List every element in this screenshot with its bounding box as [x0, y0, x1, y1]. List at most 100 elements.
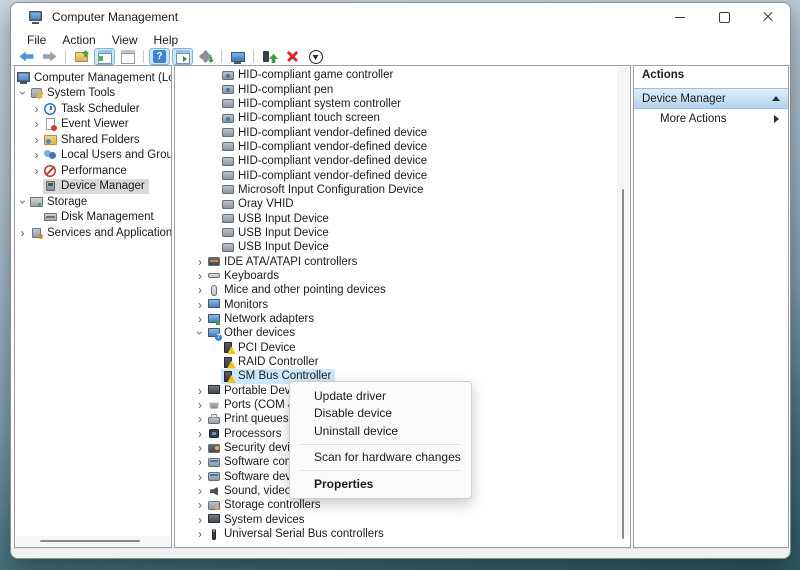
tree-item-content[interactable]: Local Users and Groups — [43, 148, 171, 164]
device-item-content[interactable]: Oray VHID — [221, 197, 298, 211]
menu-item[interactable]: Action — [54, 33, 103, 47]
collapse-icon[interactable] — [772, 96, 780, 101]
chevron-icon[interactable] — [193, 470, 207, 484]
device-item[interactable]: HID-compliant vendor-defined device — [175, 125, 630, 139]
chevron-icon[interactable] — [193, 441, 207, 455]
device-item[interactable]: HID-compliant vendor-defined device — [175, 154, 630, 168]
chevron-icon[interactable] — [16, 195, 29, 209]
chevron-icon[interactable] — [193, 326, 207, 340]
device-item-content[interactable]: Print queues — [207, 412, 293, 426]
vertical-scrollbar[interactable] — [617, 67, 629, 539]
device-item[interactable]: Microsoft Input Configuration Device — [175, 183, 630, 197]
actions-group-device-manager[interactable]: Device Manager — [634, 88, 788, 109]
device-item-content[interactable]: Keyboards — [207, 269, 283, 283]
device-item-content[interactable]: Network adapters — [207, 312, 318, 326]
tree-item[interactable]: Task Scheduler — [15, 101, 171, 117]
tree-item[interactable]: Storage — [15, 194, 171, 210]
chevron-icon[interactable] — [30, 164, 43, 178]
device-item-content[interactable]: Storage controllers — [207, 498, 325, 512]
context-menu-entry[interactable]: Properties — [290, 475, 471, 493]
device-item[interactable]: Other devices — [175, 326, 630, 341]
tree-item[interactable]: System Tools — [15, 86, 171, 102]
device-item[interactable]: Oray VHID — [175, 197, 630, 211]
console-tree-icon[interactable] — [94, 48, 115, 65]
chevron-icon[interactable] — [193, 527, 207, 541]
chevron-icon[interactable] — [30, 117, 43, 131]
menu-item[interactable]: Help — [146, 33, 187, 47]
device-item-content[interactable]: IDE ATA/ATAPI controllers — [207, 254, 361, 268]
scrollbar-thumb[interactable] — [622, 189, 624, 539]
device-item-content[interactable]: Processors — [207, 427, 286, 441]
chevron-icon[interactable] — [16, 86, 29, 100]
context-menu-entry[interactable]: Update driver — [290, 387, 471, 405]
toolbar-separator[interactable] — [143, 50, 144, 63]
device-item-content[interactable]: HID-compliant game controller — [221, 68, 397, 82]
forward-icon[interactable] — [39, 48, 60, 65]
device-item[interactable]: Mice and other pointing devices — [175, 283, 630, 297]
chevron-icon[interactable] — [193, 384, 207, 398]
device-item[interactable]: HID-compliant pen — [175, 82, 630, 96]
chevron-icon[interactable] — [30, 133, 43, 147]
device-item-content[interactable]: HID-compliant vendor-defined device — [221, 125, 431, 139]
device-item[interactable]: Storage controllers — [175, 498, 630, 512]
action-pane-icon[interactable] — [172, 48, 193, 65]
chevron-icon[interactable] — [193, 455, 207, 469]
close-icon[interactable] — [746, 3, 790, 31]
folder-up-icon[interactable] — [71, 48, 92, 65]
device-item[interactable]: USB Input Device — [175, 240, 630, 254]
uninstall-device-icon[interactable] — [282, 48, 303, 65]
device-item-content[interactable]: Monitors — [207, 298, 272, 312]
horizontal-scrollbar[interactable] — [16, 536, 170, 546]
device-item[interactable]: USB Input Device — [175, 226, 630, 240]
tree-item-content[interactable]: Event Viewer — [43, 117, 133, 133]
menu-item[interactable]: File — [19, 33, 54, 47]
device-item-content[interactable]: Other devices — [207, 326, 299, 341]
back-icon[interactable] — [16, 48, 37, 65]
chevron-icon[interactable] — [193, 398, 207, 412]
chevron-icon[interactable] — [30, 148, 43, 162]
device-item[interactable]: IDE ATA/ATAPI controllers — [175, 254, 630, 268]
tree-item-content[interactable]: System Tools — [29, 86, 119, 102]
device-item-content[interactable]: HID-compliant touch screen — [221, 111, 384, 125]
toolbar-separator[interactable] — [221, 50, 222, 63]
device-item[interactable]: HID-compliant vendor-defined device — [175, 140, 630, 154]
tree-item-content[interactable]: Performance — [43, 163, 131, 179]
tree-item[interactable]: Services and Applications — [15, 225, 171, 241]
tree-item-content[interactable]: Task Scheduler — [43, 101, 144, 117]
tree-item[interactable]: Disk Management — [15, 210, 171, 226]
device-item[interactable]: Universal Serial Bus controllers — [175, 527, 630, 541]
chevron-icon[interactable] — [193, 312, 207, 326]
tree-item[interactable]: Event Viewer — [15, 117, 171, 133]
tree-item[interactable]: Computer Management (Local — [15, 70, 171, 86]
chevron-icon[interactable] — [193, 513, 207, 527]
device-item[interactable]: HID-compliant system controller — [175, 97, 630, 111]
tree-item[interactable]: Device Manager — [15, 178, 171, 194]
device-item[interactable]: HID-compliant touch screen — [175, 111, 630, 125]
device-item[interactable]: PCI Device — [175, 341, 630, 355]
chevron-icon[interactable] — [30, 102, 43, 116]
device-item[interactable]: Network adapters — [175, 312, 630, 326]
device-item-content[interactable]: RAID Controller — [221, 355, 323, 369]
chevron-icon[interactable] — [193, 255, 207, 269]
update-driver-icon[interactable] — [259, 48, 280, 65]
scrollbar-thumb[interactable] — [40, 540, 140, 542]
tree-item-content[interactable]: Shared Folders — [43, 132, 144, 148]
chevron-icon[interactable] — [193, 412, 207, 426]
scan-hardware-icon[interactable] — [227, 48, 248, 65]
chevron-icon[interactable] — [16, 226, 29, 240]
chevron-icon[interactable] — [193, 269, 207, 283]
device-item-content[interactable]: HID-compliant pen — [221, 82, 337, 96]
device-item-content[interactable]: Mice and other pointing devices — [207, 283, 390, 297]
toolbar-separator[interactable] — [65, 50, 66, 63]
device-item[interactable]: Monitors — [175, 298, 630, 312]
context-menu-entry[interactable]: Uninstall device — [290, 422, 471, 440]
device-item-content[interactable]: HID-compliant system controller — [221, 97, 405, 111]
device-item-content[interactable]: HID-compliant vendor-defined device — [221, 154, 431, 168]
device-item[interactable]: RAID Controller — [175, 355, 630, 369]
chevron-icon[interactable] — [193, 498, 207, 512]
disable-device-icon[interactable] — [305, 48, 326, 65]
chevron-icon[interactable] — [193, 484, 207, 498]
device-item[interactable]: USB Input Device — [175, 211, 630, 225]
help-icon[interactable] — [149, 48, 170, 65]
device-item-content[interactable]: USB Input Device — [221, 240, 333, 254]
